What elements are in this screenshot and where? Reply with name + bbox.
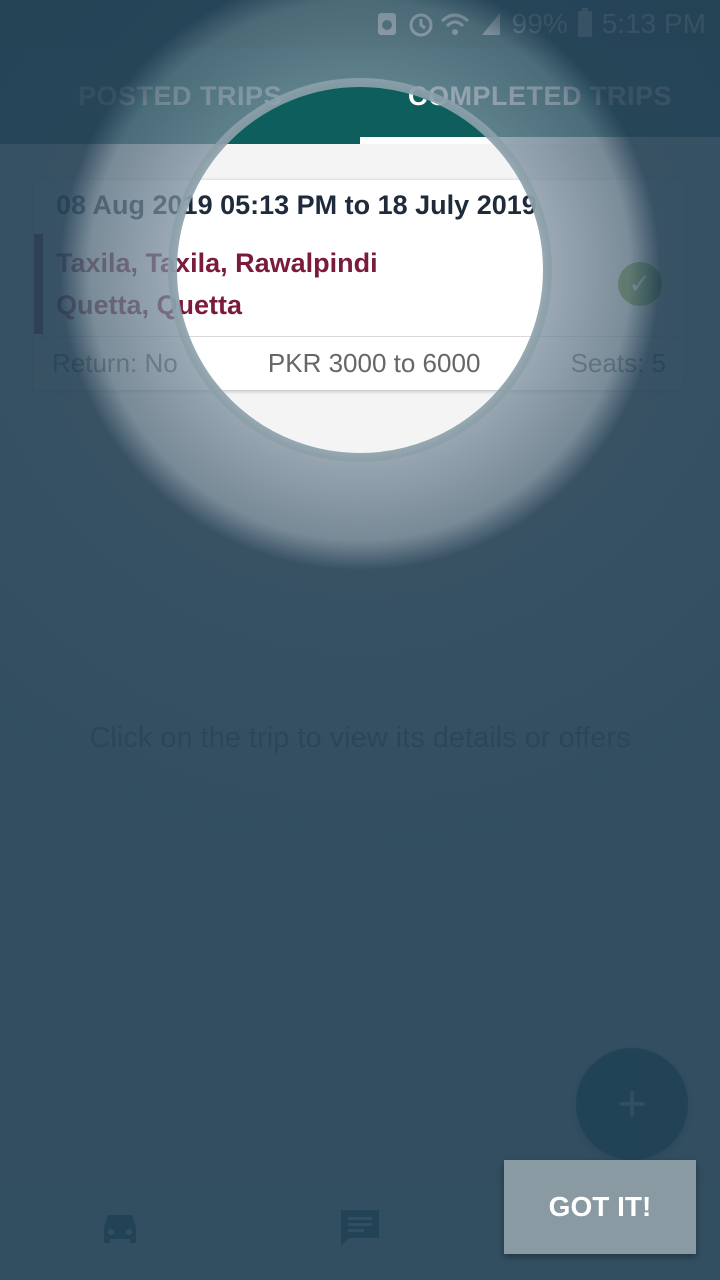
- nav-trips[interactable]: [0, 1181, 240, 1280]
- completed-check-icon: ✓: [618, 262, 662, 306]
- trip-return: Return: No: [52, 348, 178, 378]
- alarm-icon: [408, 11, 433, 37]
- signal-icon: [480, 11, 502, 37]
- car-icon: [98, 1209, 142, 1254]
- clock: 5:13 PM: [601, 8, 706, 39]
- battery-icon: [577, 8, 592, 37]
- showcase-hint-text: Click on the trip to view its details or…: [89, 722, 631, 754]
- add-trip-button[interactable]: +: [576, 1048, 688, 1160]
- chat-icon: [339, 1208, 381, 1255]
- recycle-icon: [376, 11, 398, 37]
- trip-seats: Seats: 5: [570, 348, 666, 378]
- status-bar: 99% 5:13 PM: [0, 0, 720, 48]
- wifi-icon: [440, 11, 470, 37]
- plus-icon: +: [616, 1075, 648, 1133]
- showcase-spotlight: [168, 78, 552, 462]
- got-it-button[interactable]: GOT IT!: [504, 1160, 696, 1254]
- app-screen: 99% 5:13 PM POSTED TRIPS COMPLETED TRIPS…: [0, 0, 720, 1280]
- battery-percent: 99%: [511, 8, 568, 39]
- trip-accent-bar: [34, 234, 43, 334]
- nav-messages[interactable]: [240, 1181, 480, 1280]
